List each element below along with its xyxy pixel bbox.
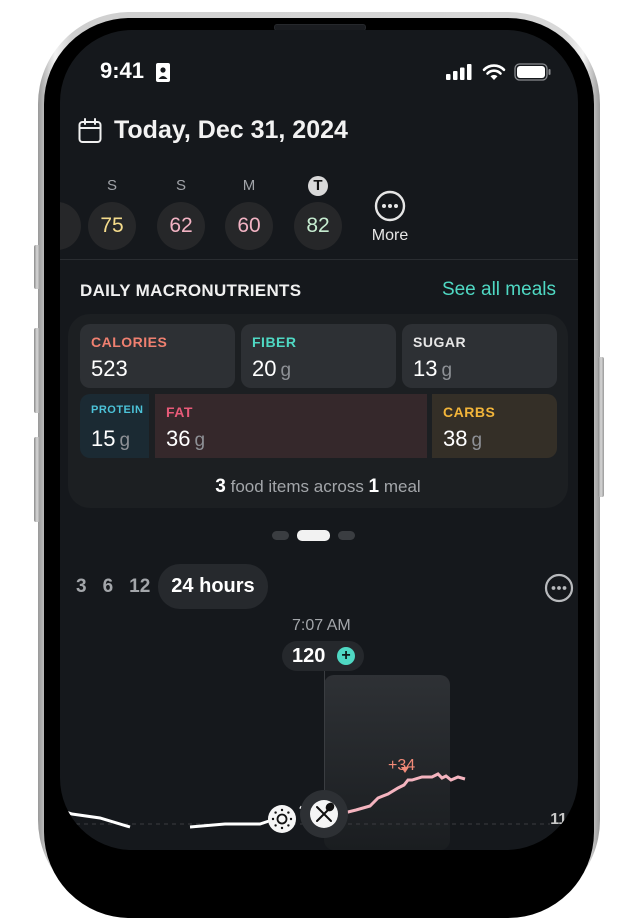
day-score: 82 xyxy=(294,202,342,250)
food-summary: 3 food items across 1 meal xyxy=(215,476,421,497)
page-dot[interactable] xyxy=(272,531,289,540)
day-letter-today: T xyxy=(308,176,328,196)
status-time: 9:41 xyxy=(100,58,145,83)
range-24h[interactable]: 24 hours xyxy=(158,564,268,609)
sugar-label: SUGAR xyxy=(413,334,467,350)
signal-icon xyxy=(446,64,472,80)
calories-value: 523 xyxy=(91,356,128,381)
range-3h[interactable]: 3 xyxy=(68,576,95,598)
volume-down-button xyxy=(34,437,40,522)
battery-icon xyxy=(514,63,551,81)
fat-label: FAT xyxy=(166,404,193,420)
day-letter: M xyxy=(242,177,256,194)
more-label: More xyxy=(371,227,409,244)
range-12h[interactable]: 12 xyxy=(121,576,158,598)
more-days-button[interactable]: More xyxy=(362,190,418,245)
fiber-value: 20 g xyxy=(252,356,292,381)
protein-tile[interactable]: PROTEIN 15 g xyxy=(80,394,149,458)
protein-value: 15 g xyxy=(91,426,131,451)
calories-tile[interactable]: CALORIES 523 xyxy=(80,324,235,388)
wifi-icon xyxy=(482,63,506,80)
page-indicator[interactable] xyxy=(272,530,355,541)
calendar-icon xyxy=(78,117,102,143)
day-score: 75 xyxy=(88,202,136,250)
macronutrients-card: CALORIES 523 FIBER 20 g SUGAR 13 g PROTEIN… xyxy=(68,314,568,508)
id-card-icon xyxy=(156,63,170,82)
carbs-tile[interactable]: CARBS 38 g xyxy=(432,394,557,458)
day-item[interactable]: S 62 xyxy=(156,176,206,250)
status-icons xyxy=(446,63,552,81)
add-icon[interactable]: + xyxy=(337,647,355,665)
page-dot-active[interactable] xyxy=(297,530,330,541)
y-axis-label: 110 xyxy=(550,811,576,828)
section-title: DAILY MACRONUTRIENTS xyxy=(80,281,302,300)
day-prev-partial[interactable] xyxy=(60,176,82,250)
protein-label: PROTEIN xyxy=(91,404,144,416)
glucose-delta: +34 xyxy=(388,757,416,774)
action-button xyxy=(34,245,40,289)
volume-up-button xyxy=(34,328,40,413)
divider xyxy=(60,259,578,260)
reading-time: 7:07 AM xyxy=(292,617,351,634)
chart-options-icon[interactable] xyxy=(544,573,574,603)
day-item[interactable]: M 60 xyxy=(224,176,274,250)
carbs-value: 38 g xyxy=(443,426,483,451)
day-item-today[interactable]: T 82 xyxy=(293,176,343,250)
fiber-label: FIBER xyxy=(252,334,297,350)
reading-value: 120 xyxy=(292,645,326,667)
time-range-selector: 3 6 12 24 hours xyxy=(68,564,268,609)
glucose-line-after xyxy=(343,772,466,815)
page-dot[interactable] xyxy=(338,531,355,540)
day-score: 60 xyxy=(225,202,273,250)
sugar-value: 13 g xyxy=(413,356,453,381)
range-6h[interactable]: 6 xyxy=(95,576,122,598)
fiber-tile[interactable]: FIBER 20 g xyxy=(241,324,396,388)
day-item[interactable]: S 75 xyxy=(87,176,137,250)
fat-tile[interactable]: FAT 36 g xyxy=(155,394,427,458)
see-all-meals-link[interactable]: See all meals xyxy=(442,279,556,301)
power-button xyxy=(598,357,604,497)
calories-label: CALORIES xyxy=(91,334,168,350)
carbs-label: CARBS xyxy=(443,404,496,420)
day-letter: S xyxy=(175,177,186,194)
more-icon xyxy=(374,190,406,222)
day-score: 62 xyxy=(157,202,205,250)
glucose-chart[interactable] xyxy=(60,670,578,850)
page-title: Today, Dec 31, 2024 xyxy=(114,116,348,144)
sugar-tile[interactable]: SUGAR 13 g xyxy=(402,324,557,388)
day-letter: S xyxy=(106,177,117,194)
fat-value: 36 g xyxy=(166,426,206,451)
app-screen: 9:41 Today, Dec 31, 2024 S 75 S 62 M 60 … xyxy=(60,30,578,850)
reading-value-pill[interactable]: 120 + xyxy=(282,641,364,671)
week-strip: S 75 S 62 M 60 T 82 xyxy=(60,176,578,256)
date-header[interactable]: Today, Dec 31, 2024 xyxy=(78,116,348,145)
